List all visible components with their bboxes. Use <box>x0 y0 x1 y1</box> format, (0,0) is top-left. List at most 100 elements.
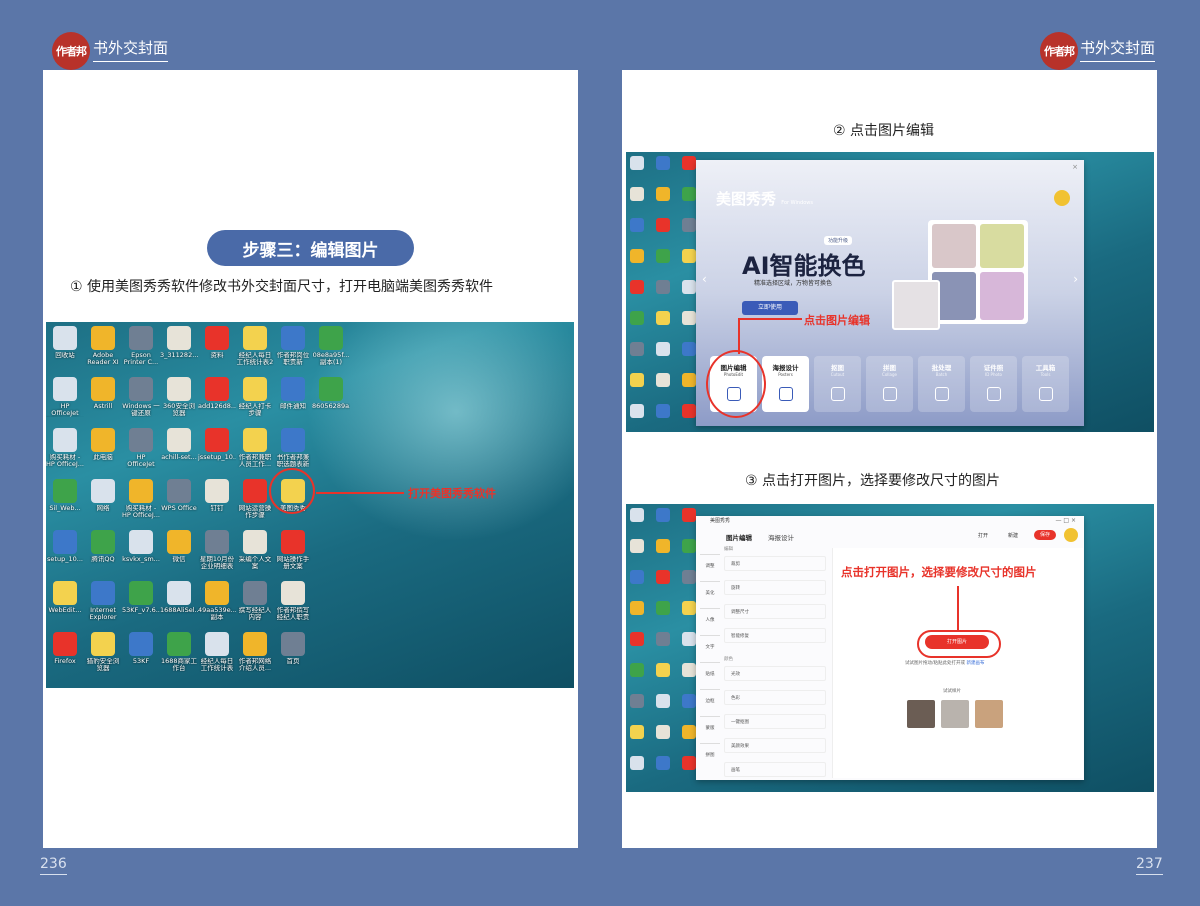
desktop-icon[interactable]: Astrill <box>84 377 122 429</box>
close-icon[interactable]: × <box>1072 163 1078 171</box>
desktop-icon[interactable]: Windows 一键还原 <box>122 377 160 429</box>
desktop-icon[interactable] <box>630 249 644 263</box>
desktop-icon[interactable] <box>630 632 644 646</box>
tab-poster-design[interactable]: 海报设计 <box>768 532 794 542</box>
desktop-icon[interactable]: 此电脑 <box>84 428 122 480</box>
desktop-icon[interactable]: 微信 <box>160 530 198 582</box>
feature-tile[interactable]: 海报设计 Posters <box>762 356 809 412</box>
panel-row[interactable]: 调整尺寸 <box>724 604 826 619</box>
desktop-icon[interactable] <box>682 249 696 263</box>
new-button[interactable]: 新建 <box>1008 532 1018 539</box>
tab-photo-edit[interactable]: 图片编辑 <box>726 532 752 542</box>
panel-row[interactable]: 裁剪 <box>724 556 826 571</box>
panel-row[interactable]: 一键抠图 <box>724 714 826 729</box>
desktop-icon[interactable] <box>682 694 696 708</box>
desktop-icon[interactable]: 购买耗材 - HP OfficeJ... <box>122 479 160 531</box>
desktop-icon[interactable]: 作者邦网络介绍人员... <box>236 632 274 684</box>
desktop-icon[interactable]: 49aa539e...副本 <box>198 581 236 633</box>
desktop-icon[interactable] <box>630 404 644 418</box>
desktop-icon[interactable] <box>682 311 696 325</box>
desktop-icon[interactable]: 回收站 <box>46 326 84 378</box>
desktop-icon[interactable]: 星期10月份企业明细表 <box>198 530 236 582</box>
desktop-icon[interactable] <box>656 311 670 325</box>
feature-tile[interactable]: 拼图 Collage <box>866 356 913 412</box>
side-rail-item[interactable]: 人像 <box>700 608 720 623</box>
desktop-icon[interactable]: 53KF <box>122 632 160 684</box>
desktop-icon[interactable] <box>656 249 670 263</box>
desktop-icon[interactable]: 53KF_v7.6... <box>122 581 160 633</box>
user-avatar[interactable] <box>1064 528 1078 542</box>
desktop-icon[interactable]: HP OfficeJet Pro 6970 <box>122 428 160 480</box>
desktop-icon[interactable]: 作者邦岗位职责新 <box>274 326 312 378</box>
desktop-icon[interactable] <box>656 663 670 677</box>
open-button[interactable]: 打开 <box>978 532 988 539</box>
panel-row[interactable]: 旋转 <box>724 580 826 595</box>
desktop-icon[interactable] <box>682 156 696 170</box>
desktop-icon[interactable]: 经纪人每日工作统计表2 <box>236 326 274 378</box>
feature-tile[interactable]: 证件照 ID Photo <box>970 356 1017 412</box>
desktop-icon[interactable] <box>656 373 670 387</box>
desktop-icon[interactable]: 猎豹安全浏览器 <box>84 632 122 684</box>
desktop-icon[interactable]: 网络 <box>84 479 122 531</box>
desktop-icon[interactable] <box>682 187 696 201</box>
desktop-icon[interactable] <box>656 570 670 584</box>
desktop-icon[interactable]: 腾讯QQ <box>84 530 122 582</box>
desktop-icon[interactable] <box>630 280 644 294</box>
desktop-icon[interactable]: ksvkx_sm... <box>122 530 160 582</box>
desktop-icon[interactable] <box>656 156 670 170</box>
desktop-icon[interactable] <box>656 218 670 232</box>
desktop-icon[interactable]: 1688商家工作台 <box>160 632 198 684</box>
desktop-icon[interactable] <box>630 218 644 232</box>
desktop-icon[interactable]: Firefox <box>46 632 84 684</box>
desktop-icon[interactable] <box>630 508 644 522</box>
desktop-icon[interactable] <box>656 694 670 708</box>
panel-row[interactable]: 色彩 <box>724 690 826 705</box>
side-rail-item[interactable]: 拼图 <box>700 743 720 758</box>
feature-tile[interactable]: 抠图 Cutout <box>814 356 861 412</box>
desktop-icon[interactable] <box>630 156 644 170</box>
feature-tile[interactable]: 工具箱 Tools <box>1022 356 1069 412</box>
desktop-icon[interactable]: WebEdit... <box>46 581 84 633</box>
desktop-icon[interactable]: setup_10... <box>46 530 84 582</box>
panel-row[interactable]: 光效 <box>724 666 826 681</box>
desktop-icon[interactable] <box>630 373 644 387</box>
save-button[interactable]: 保存 <box>1034 530 1056 540</box>
desktop-icon[interactable] <box>630 694 644 708</box>
side-rail-item[interactable]: 贴纸 <box>700 662 720 677</box>
desktop-icon[interactable] <box>682 756 696 770</box>
desktop-icon[interactable] <box>630 756 644 770</box>
desktop-icon[interactable] <box>682 539 696 553</box>
sample-photo[interactable] <box>907 700 935 728</box>
desktop-icon[interactable]: 首页 <box>274 632 312 684</box>
desktop-icon[interactable]: 经纪人每日工作统计表 <box>198 632 236 684</box>
desktop-icon[interactable]: HP OfficeJet 5610 series <box>46 377 84 429</box>
new-canvas-link[interactable]: 新建画布 <box>966 661 984 666</box>
desktop-icon[interactable]: 08e8a95f...副本(1) <box>312 326 350 378</box>
side-rail-item[interactable]: 边框 <box>700 689 720 704</box>
desktop-icon[interactable]: 86056289a... <box>312 377 350 429</box>
desktop-icon[interactable]: 钉钉 <box>198 479 236 531</box>
desktop-icon[interactable]: 作者邦撰写经纪人职责 <box>274 581 312 633</box>
desktop-icon[interactable]: 经纪人打卡步骤 <box>236 377 274 429</box>
side-rail-item[interactable]: 调整 <box>700 554 720 569</box>
desktop-icon[interactable] <box>682 218 696 232</box>
desktop-icon[interactable]: Adobe Reader XI <box>84 326 122 378</box>
user-avatar[interactable] <box>1054 190 1070 206</box>
desktop-icon[interactable] <box>682 280 696 294</box>
desktop-icon[interactable] <box>656 632 670 646</box>
desktop-icon[interactable]: WPS Office <box>160 479 198 531</box>
desktop-icon[interactable]: 作者邦兼职人员工作... <box>236 428 274 480</box>
desktop-icon[interactable]: 网站操作手册文案 <box>274 530 312 582</box>
desktop-icon[interactable] <box>630 663 644 677</box>
desktop-icon[interactable] <box>656 725 670 739</box>
feature-tile[interactable]: 批处理 Batch <box>918 356 965 412</box>
desktop-icon[interactable] <box>630 342 644 356</box>
desktop-icon[interactable]: 邮件通知 <box>274 377 312 429</box>
desktop-icon[interactable]: 撰写经纪人内容 <box>236 581 274 633</box>
desktop-icon[interactable]: Internet Explorer <box>84 581 122 633</box>
desktop-icon[interactable] <box>656 404 670 418</box>
desktop-icon[interactable]: jssetup_10... <box>198 428 236 480</box>
desktop-icon[interactable] <box>630 601 644 615</box>
desktop-icon[interactable] <box>682 570 696 584</box>
side-rail-item[interactable]: 文字 <box>700 635 720 650</box>
